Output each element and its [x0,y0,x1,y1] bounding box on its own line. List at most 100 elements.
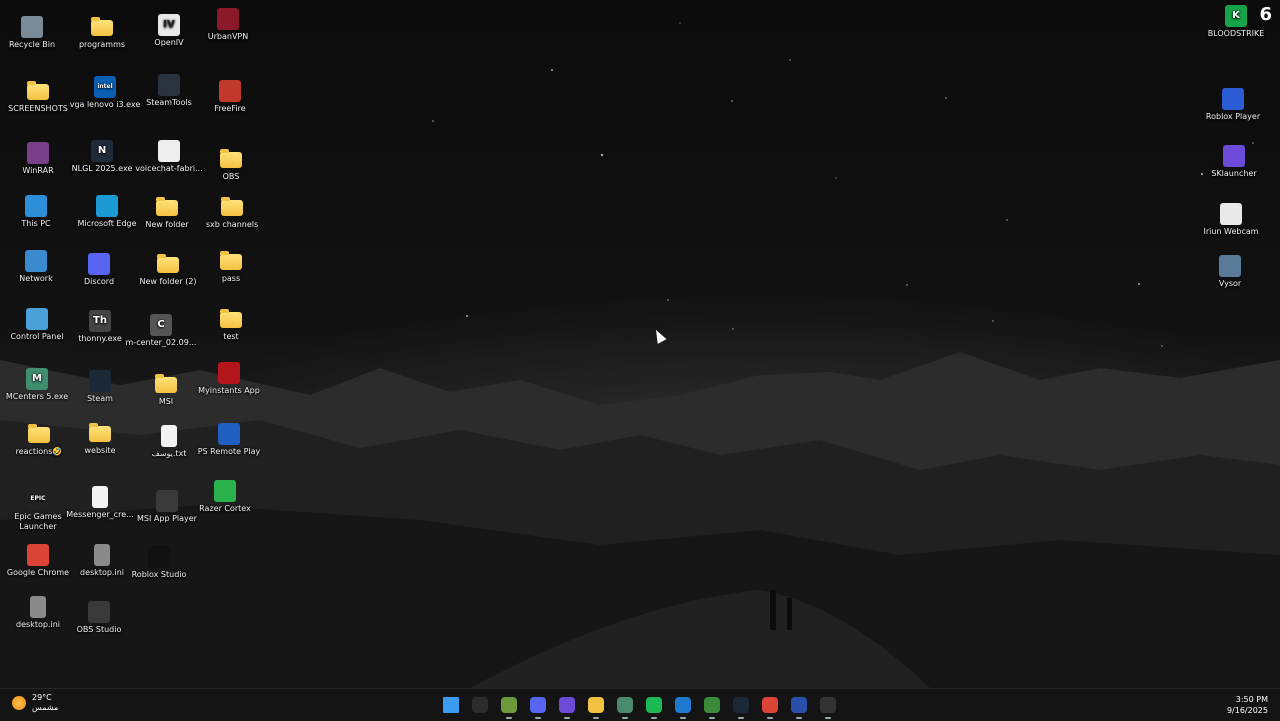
desktop-icon-label: Network [19,274,53,283]
icon-glyph-text: K [1232,10,1240,21]
desktop-icon-label: FreeFire [214,104,246,113]
desktop-icon[interactable]: Messenger_cre... [64,486,136,520]
desktop-icon[interactable]: Vysor [1194,255,1266,289]
taskbar-app-terminal[interactable] [469,694,491,716]
running-indicator [622,717,628,719]
desktop-icon[interactable]: Network [0,250,72,284]
desktop-icon[interactable]: N NLGL 2025.exe [66,140,138,174]
icon-glyph-text: C [157,319,165,330]
desktop-icon-label: test [223,332,239,341]
desktop-icon[interactable]: Cm-center_02.09... [125,314,197,348]
taskbar-app-info[interactable] [788,694,810,719]
chrome-file-icon [92,486,108,508]
freefire-icon [219,80,241,102]
desktop-icon[interactable]: M MCenters 5.exe [1,368,73,402]
taskbar-app-file-explorer[interactable] [585,694,607,719]
desktop-icon-label: Razer Cortex [199,504,251,513]
urbanvpn-icon [217,8,239,30]
taskbar-app-mcenters[interactable] [614,694,636,719]
desktop-icon-label: Control Panel [10,332,64,341]
start-button[interactable] [440,694,462,716]
clock-date: 9/16/2025 [1226,706,1268,715]
desktop-icon[interactable]: Google Chrome [2,544,74,578]
ps-remote-play-icon [218,423,240,445]
spotify-icon [646,697,662,713]
sklauncher-icon [1223,145,1245,167]
desktop-icon-label: MSI App Player [137,514,197,523]
desktop-icon[interactable]: Razer Cortex [189,480,261,514]
desktop-icon[interactable]: MSI [130,373,202,407]
desktop-icon[interactable]: FreeFire [194,80,266,114]
desktop-icon[interactable]: WinRAR [2,142,74,176]
desktop-icon[interactable]: Steam [64,370,136,404]
taskbar-app-sklauncher[interactable] [556,694,578,719]
desktop-icon[interactable]: test [195,308,267,342]
desktop-icon[interactable]: PS Remote Play [193,423,265,457]
msi-app-player-icon [156,490,178,512]
desktop-icon-label: MSI [158,397,174,406]
clock-time: 3:50 PM [1235,695,1268,704]
recycle-bin-icon [21,16,43,38]
folder-icon [588,697,604,713]
desktop-icon[interactable]: Roblox Studio [123,546,195,580]
desktop-icon[interactable]: website [64,422,136,456]
sklauncher-icon [559,697,575,713]
taskbar-app-spotify[interactable] [643,694,665,719]
java-icon [158,140,180,162]
desktop-icon[interactable]: intel vga lenovo i3.exe [69,76,141,110]
taskbar-app-obs[interactable] [817,694,839,719]
desktop-icon-label: Myinstants App [198,386,260,395]
desktop-icon[interactable]: OBS [195,148,267,182]
folder-icon [220,309,242,328]
mcenters-icon: M [26,368,48,390]
desktop-icon[interactable]: pass [195,250,267,284]
system-clock[interactable]: 3:50 PM 9/16/2025 [1227,694,1268,716]
weather-widget[interactable]: 29°C مشمس [12,693,58,713]
desktop-icon[interactable]: New folder (2) [132,253,204,287]
icon-glyph-text: N [97,145,107,156]
desktop-icon-label: New folder [145,220,189,229]
desktop-icon-label: sxb channels [205,220,259,229]
desktop-icon[interactable]: Myinstants App [193,362,265,396]
desktop-icon[interactable]: Roblox Player [1197,88,1269,122]
desktop-icon-label: This PC [21,219,51,228]
desktop-icon[interactable]: OBS Studio [63,601,135,635]
desktop-icon-label: vga lenovo i3.exe [69,100,141,109]
folder-icon [156,197,178,216]
vscode-icon [675,697,691,713]
desktop-icon-label: programms [78,40,126,49]
desktop-icon[interactable]: SKlauncher [1198,145,1270,179]
taskbar-app-minecraft[interactable] [498,694,520,719]
network-icon [25,250,47,272]
icon-glyph-text: M [32,373,42,384]
taskbar-app-chrome-alt[interactable] [701,694,723,719]
desktop-icon-label: Google Chrome [6,568,70,577]
desktop-icon[interactable]: Discord [63,253,135,287]
taskbar-app-discord[interactable] [527,694,549,719]
desktop-icon-label: Messenger_cre... [66,510,134,519]
roblox-studio-icon [148,546,170,568]
desktop-icon-label: m-center_02.09... [125,338,197,347]
desktop-icon[interactable]: programms [66,16,138,50]
folder-icon [155,374,177,393]
desktop-icon[interactable]: SCREENSHOTS [2,80,74,114]
desktop-icon-label: PS Remote Play [197,447,261,456]
taskbar: 29°C مشمس 3:50 PM 9/16/2025 [0,688,1280,721]
obs-icon [88,601,110,623]
desktop-icon[interactable]: Recycle Bin [0,16,68,50]
running-indicator [825,717,831,719]
running-indicator [651,717,657,719]
desktop-icon-label: Recycle Bin [8,40,56,49]
desktop-icon[interactable]: New folder [131,196,203,230]
weather-temperature: 29°C [32,693,52,702]
taskbar-app-vscode[interactable] [672,694,694,719]
desktop-icon[interactable]: Control Panel [1,308,73,342]
desktop-icon[interactable]: sxb channels [196,196,268,230]
desktop-icon-label: Discord [83,277,115,286]
desktop-icon[interactable]: This PC [0,195,72,229]
openiv-icon: IV [158,14,180,36]
taskbar-app-chrome[interactable] [759,694,781,719]
desktop-icon[interactable]: Iriun Webcam [1195,203,1267,237]
desktop-icon[interactable]: UrbanVPN [192,8,264,42]
taskbar-app-steam[interactable] [730,694,752,719]
